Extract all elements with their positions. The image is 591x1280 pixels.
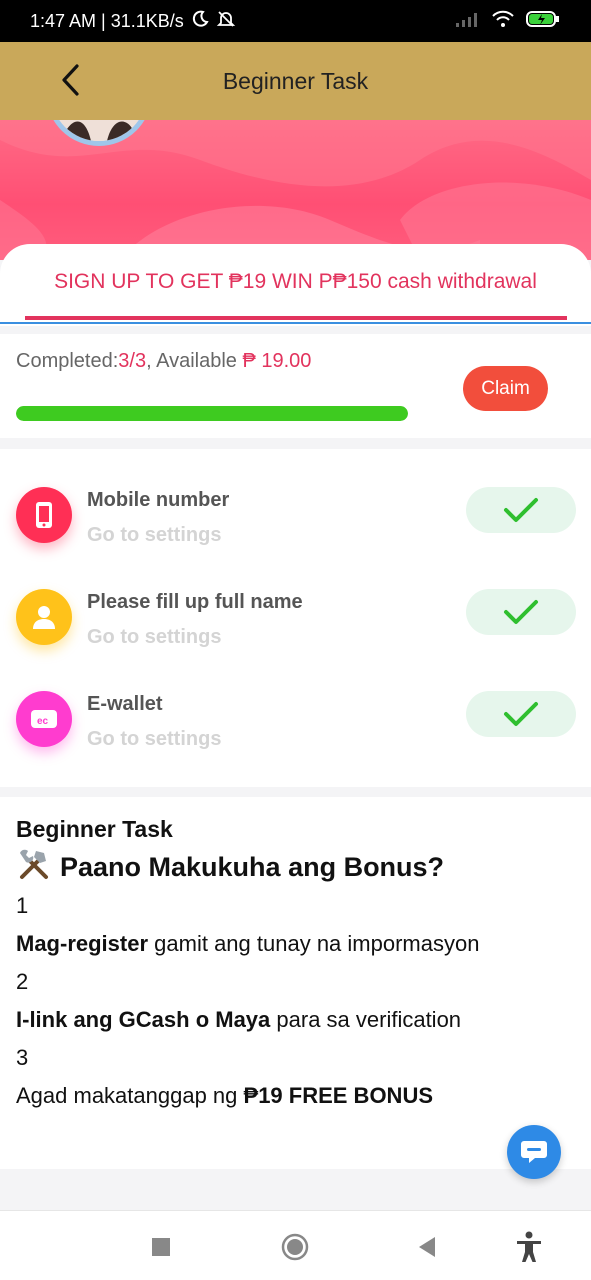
step-number: 2 [16, 969, 29, 994]
moon-icon [190, 9, 210, 34]
triangle-back-icon [419, 1237, 435, 1257]
chat-bubble-icon [521, 1141, 547, 1163]
accessibility-icon [517, 1231, 541, 1262]
tab-active-indicator [25, 316, 567, 320]
user-icon [16, 589, 72, 645]
go-to-settings-link[interactable]: Go to settings [87, 626, 221, 649]
task-list: Mobile number Go to settings Please fill… [0, 449, 591, 787]
step-text: I-link ang GCash o Maya para sa verifica… [16, 1007, 461, 1033]
step-bold: Mag-register [16, 931, 149, 956]
back-button[interactable] [50, 60, 90, 100]
svg-text:ec: ec [37, 716, 49, 727]
phone-icon [16, 487, 72, 543]
step-text: Mag-register gamit ang tunay na impormas… [16, 931, 479, 957]
app-header: Beginner Task [0, 42, 591, 120]
home-circle-icon [281, 1233, 309, 1261]
task-title: Mobile number [87, 489, 230, 511]
battery-icon [525, 9, 561, 34]
step-number: 3 [16, 1045, 29, 1070]
task-complete-badge [466, 691, 576, 737]
signal-icon [455, 10, 481, 33]
task-title: E-wallet [87, 693, 163, 715]
tab-signup-bonus[interactable]: SIGN UP TO GET ₱19 WIN P₱150 cash withdr… [0, 270, 591, 294]
step-rest: gamit ang tunay na impormasyon [148, 931, 480, 956]
info-title: Beginner Task [16, 816, 173, 842]
progress-fill [16, 406, 408, 421]
task-title: Please fill up full name [87, 591, 303, 613]
bell-off-icon [216, 9, 236, 34]
go-to-settings-link[interactable]: Go to settings [87, 728, 221, 751]
square-icon [152, 1238, 170, 1256]
completed-value: 3/3 [118, 350, 147, 372]
progress-bar [16, 406, 408, 421]
step-rest: para sa verification [270, 1007, 462, 1032]
available-value: ₱ 19.00 [242, 350, 312, 372]
task-complete-badge [466, 487, 576, 533]
wifi-icon [491, 9, 515, 34]
recents-button[interactable] [143, 1229, 179, 1265]
progress-card: Completed:3/3, Available ₱ 19.00 Claim [0, 334, 591, 438]
step-number: 1 [16, 893, 29, 918]
chat-support-button[interactable] [507, 1125, 561, 1179]
info-heading-text: Paano Makukuha ang Bonus? [60, 852, 445, 882]
step-text: Agad makatanggap ng ₱19 FREE BONUS [16, 1083, 433, 1109]
page-title: Beginner Task [222, 67, 369, 94]
completed-label: Completed: [16, 350, 119, 372]
step-bold: I-link ang GCash o Maya [16, 1007, 271, 1032]
check-icon [504, 600, 538, 624]
home-button[interactable] [277, 1229, 313, 1265]
task-tab-card: SIGN UP TO GET ₱19 WIN P₱150 cash withdr… [0, 244, 591, 326]
bonus-info-section: Beginner Task Paano Makukuha ang Bonus? … [0, 797, 591, 1169]
info-heading: Paano Makukuha ang Bonus? [16, 847, 444, 888]
available-label: , Available [146, 350, 243, 372]
tab-divider [0, 322, 591, 324]
task-item-full-name: Please fill up full name Go to settings [0, 551, 591, 651]
status-time: 1:47 AM | 31.1KB/s [30, 10, 184, 31]
accessibility-button[interactable] [511, 1229, 547, 1265]
progress-summary: Completed:3/3, Available ₱ 19.00 [16, 350, 311, 373]
check-icon [504, 498, 538, 522]
step-bold: ₱19 FREE BONUS [243, 1083, 434, 1108]
task-item-mobile-number: Mobile number Go to settings [0, 449, 591, 549]
step-prefix: Agad makatanggap ng [16, 1083, 244, 1108]
back-nav-button[interactable] [409, 1229, 445, 1265]
wallet-icon: ec [16, 691, 72, 747]
tools-icon [16, 847, 52, 888]
system-nav-bar [0, 1210, 591, 1280]
task-complete-badge [466, 589, 576, 635]
profile-banner [0, 120, 591, 260]
go-to-settings-link[interactable]: Go to settings [87, 524, 221, 547]
chevron-left-icon [62, 64, 79, 96]
task-item-e-wallet: ec E-wallet Go to settings [0, 653, 591, 753]
claim-button[interactable]: Claim [463, 366, 548, 411]
status-bar: 1:47 AM | 31.1KB/s [0, 0, 591, 42]
check-icon [504, 702, 538, 726]
